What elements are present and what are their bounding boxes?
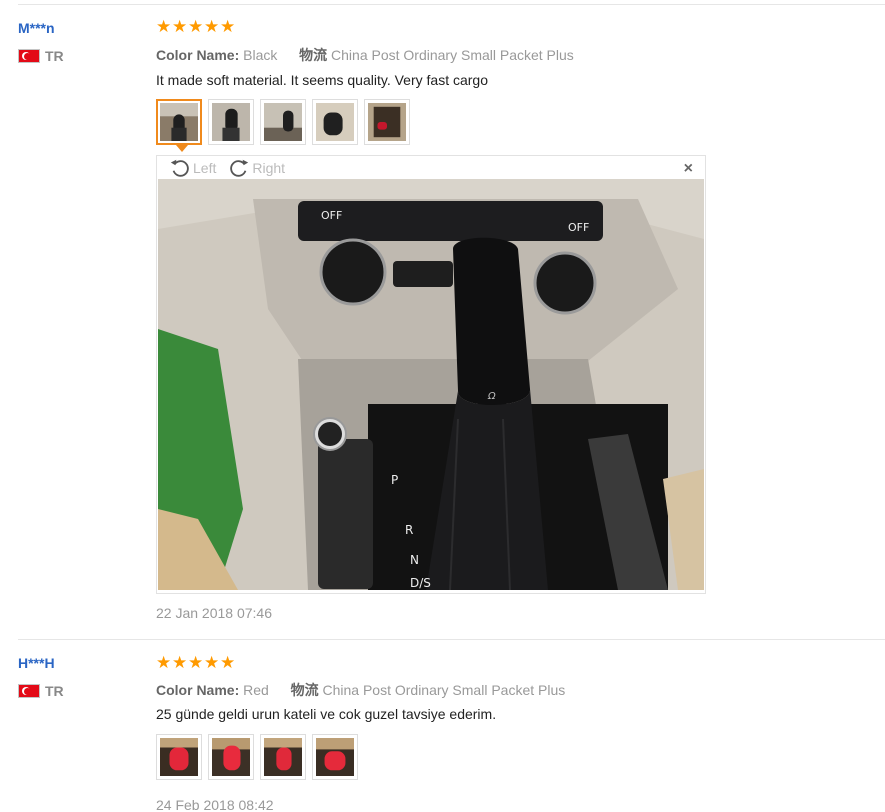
rotate-left-icon (170, 159, 189, 177)
thumbnail-image (368, 103, 406, 141)
color-value: Black (243, 47, 278, 63)
thumbnail-image (316, 738, 354, 776)
review-text: It made soft material. It seems quality.… (156, 72, 488, 88)
review-thumbnail[interactable] (208, 99, 254, 145)
review-thumbnail[interactable] (312, 734, 358, 780)
rotate-left-button[interactable]: Left (169, 157, 216, 179)
selected-caret (176, 145, 188, 152)
svg-text:D/S: D/S (410, 576, 431, 590)
rotate-right-icon (230, 159, 249, 177)
reviewer-country: TR (18, 683, 64, 699)
star-icon: ★ (156, 653, 172, 672)
country-code: TR (45, 683, 64, 699)
star-icon: ★ (188, 653, 204, 672)
review-thumbnail[interactable] (260, 734, 306, 780)
review-thumbnails (156, 734, 358, 780)
shipping-label: 物流 (299, 47, 328, 63)
turkey-flag-icon (18, 684, 40, 698)
review-text: 25 günde geldi urun kateli ve cok guzel … (156, 706, 497, 722)
star-icon: ★ (220, 653, 236, 672)
thumbnail-image (212, 103, 250, 141)
reviewer-name[interactable]: H***H (18, 655, 55, 671)
close-icon[interactable]: × (684, 160, 693, 178)
country-code: TR (45, 48, 64, 64)
svg-text:Ω: Ω (487, 391, 496, 402)
rotate-left-label: Left (193, 160, 217, 176)
review-photo: OFF OFF Ω P R N D/S (158, 179, 704, 590)
rotate-right-label: Right (252, 160, 286, 176)
thumbnail-image (316, 103, 354, 141)
thumbnail-image (160, 738, 198, 776)
star-icon: ★ (156, 17, 172, 36)
svg-text:R: R (405, 523, 413, 537)
shipping-value: China Post Ordinary Small Packet Plus (331, 47, 574, 63)
color-label: Color Name: (156, 47, 240, 63)
review-attributes: Color Name: Black 物流 China Post Ordinary… (156, 45, 574, 65)
gear-knob-photo: OFF OFF Ω P R N D/S (158, 179, 704, 590)
review-thumbnail[interactable] (312, 99, 358, 145)
thumbnail-image (160, 103, 198, 141)
reviewer-country: TR (18, 48, 64, 64)
review-thumbnail[interactable] (260, 99, 306, 145)
star-icon: ★ (188, 17, 204, 36)
color-value: Red (243, 682, 269, 698)
review-thumbnail[interactable] (156, 99, 202, 152)
star-icon: ★ (172, 17, 188, 36)
svg-text:OFF: OFF (321, 209, 342, 222)
shipping-label: 物流 (290, 682, 319, 698)
turkey-flag-icon (18, 49, 40, 63)
review-thumbnail[interactable] (208, 734, 254, 780)
thumbnail-image (212, 738, 250, 776)
svg-text:OFF: OFF (568, 221, 589, 234)
color-label: Color Name: (156, 682, 240, 698)
thumbnail-image (264, 738, 302, 776)
review-thumbnails (156, 99, 410, 152)
review-thumbnail[interactable] (364, 99, 410, 145)
star-icon: ★ (220, 17, 236, 36)
review-thumbnail[interactable] (156, 734, 202, 780)
review-item: M***n TR ★ ★ ★ ★ ★ Color Name: Black 物流 … (0, 0, 885, 635)
reviewer-name[interactable]: M***n (18, 20, 55, 36)
image-viewer: Left Right × OFF OFF Ω P R N D/S (156, 155, 706, 594)
review-item: H***H TR ★ ★ ★ ★ ★ Color Name: Red 物流 Ch… (0, 640, 885, 812)
review-date: 22 Jan 2018 07:46 (156, 605, 272, 621)
svg-text:N: N (410, 553, 419, 567)
rotate-right-button[interactable]: Right (228, 157, 285, 179)
star-icon: ★ (204, 653, 220, 672)
svg-text:P: P (391, 473, 398, 487)
review-date: 24 Feb 2018 08:42 (156, 797, 274, 812)
viewer-toolbar: Left Right (157, 156, 705, 180)
star-icon: ★ (172, 653, 188, 672)
star-icon: ★ (204, 17, 220, 36)
review-attributes: Color Name: Red 物流 China Post Ordinary S… (156, 680, 565, 700)
shipping-value: China Post Ordinary Small Packet Plus (322, 682, 566, 698)
star-rating: ★ ★ ★ ★ ★ (156, 17, 236, 36)
thumbnail-image (264, 103, 302, 141)
star-rating: ★ ★ ★ ★ ★ (156, 653, 236, 672)
